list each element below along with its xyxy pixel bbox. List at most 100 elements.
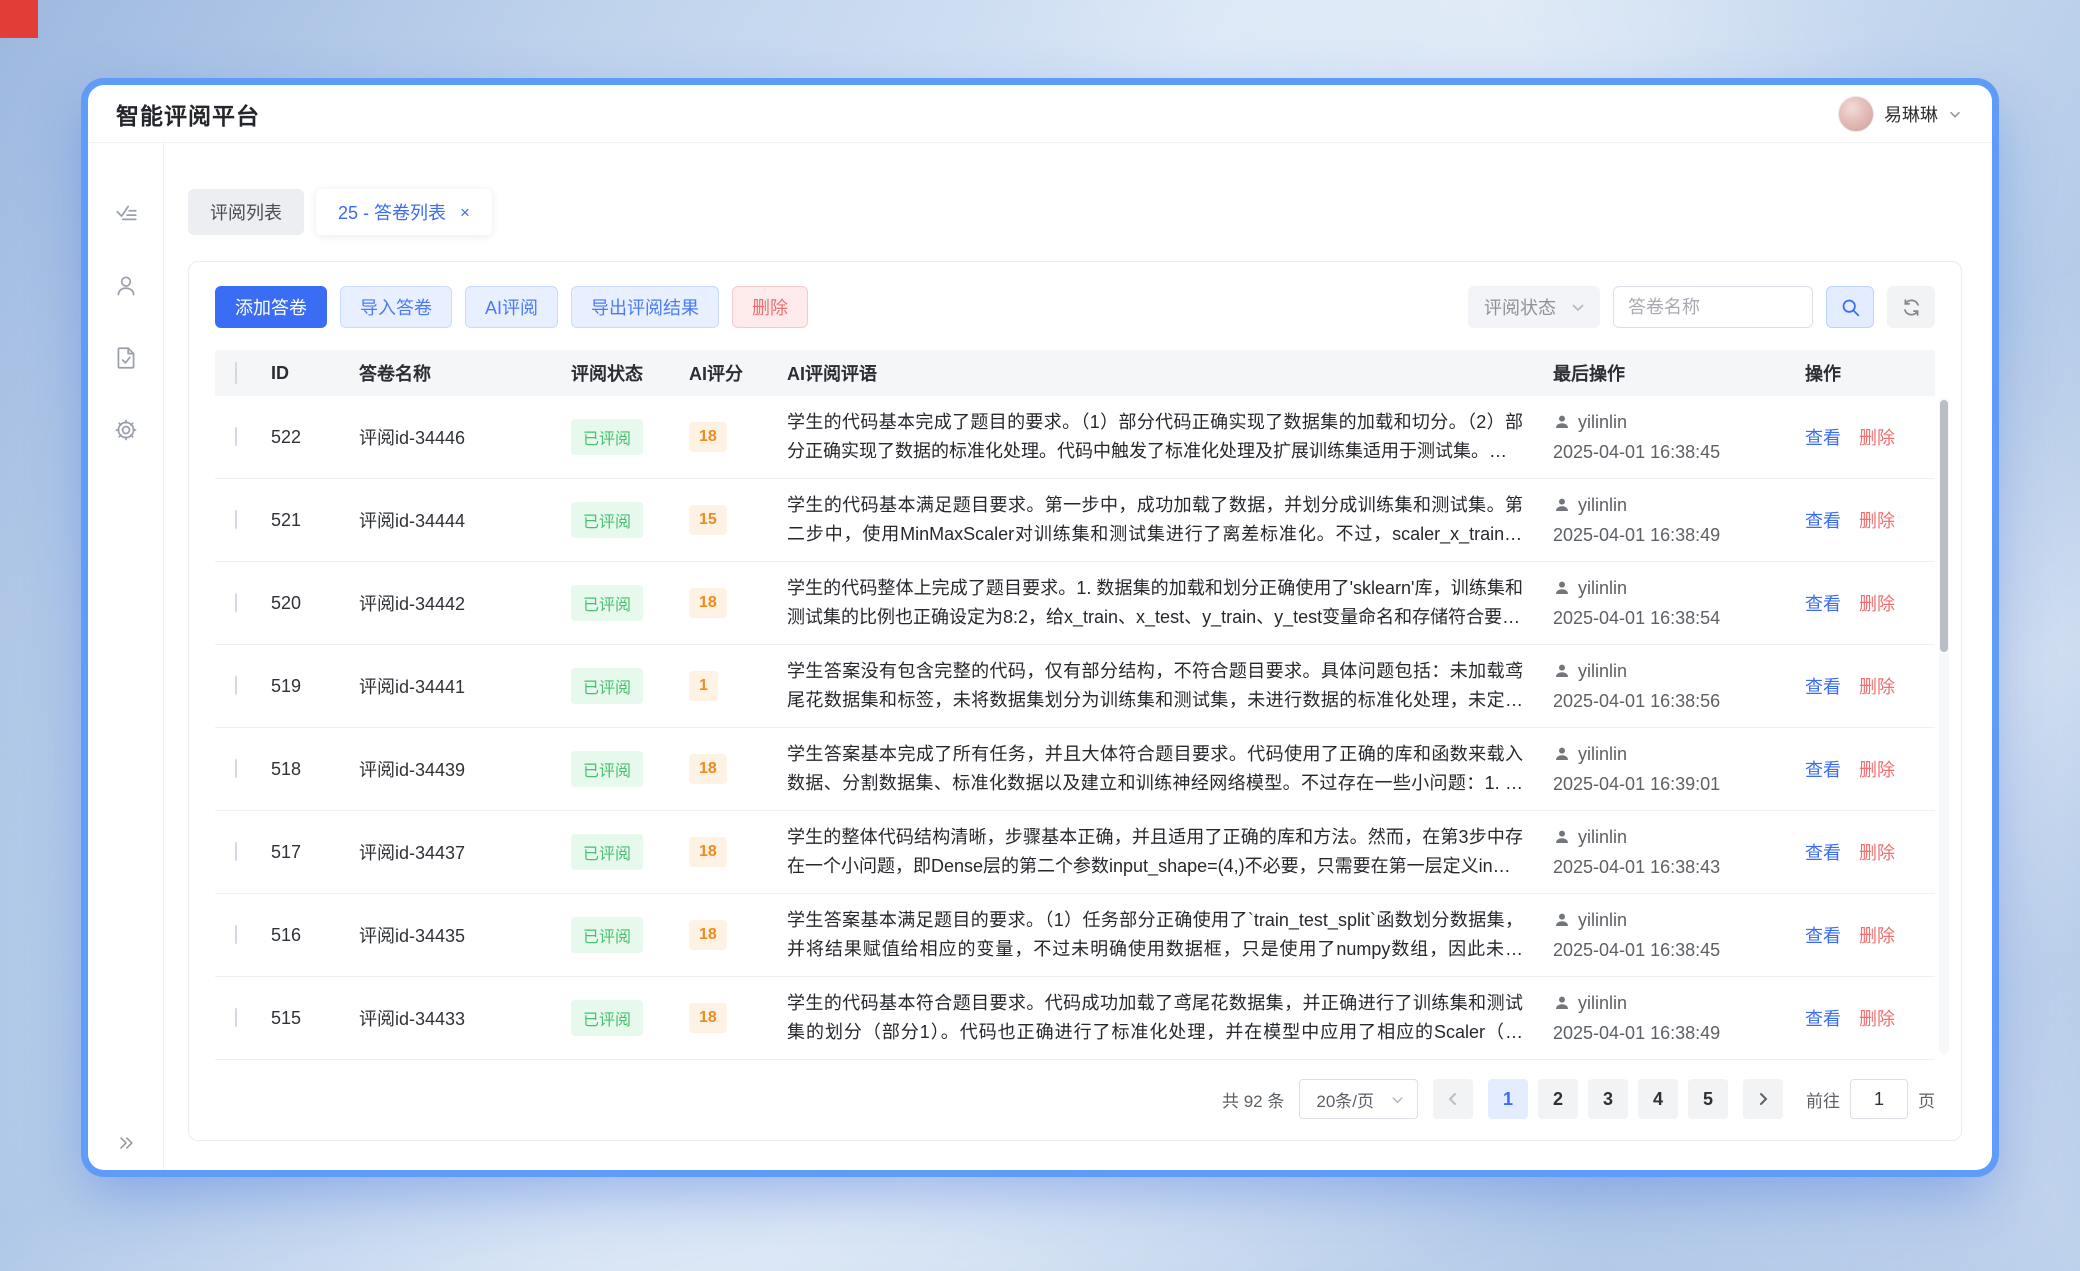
refresh-button[interactable]	[1887, 286, 1935, 328]
row-checkbox[interactable]	[235, 925, 237, 944]
status-badge: 已评阅	[571, 419, 643, 455]
export-results-button[interactable]: 导出评阅结果	[571, 286, 719, 328]
score-badge: 18	[689, 588, 727, 618]
vertical-scrollbar[interactable]	[1939, 398, 1949, 1054]
row-checkbox[interactable]	[235, 593, 237, 612]
delete-link[interactable]: 删除	[1859, 1005, 1895, 1031]
row-last-op: yilinlin 2025-04-01 16:39:01	[1553, 739, 1805, 799]
row-checkbox[interactable]	[235, 842, 237, 861]
page-size-select[interactable]: 20条/页	[1299, 1079, 1418, 1119]
status-badge: 已评阅	[571, 502, 643, 538]
next-page-button[interactable]	[1743, 1079, 1783, 1119]
person-icon	[1553, 496, 1571, 514]
row-name: 评阅id-34433	[359, 1005, 571, 1031]
chevron-right-icon	[1755, 1091, 1771, 1107]
page-button-2[interactable]: 2	[1538, 1079, 1578, 1119]
search-button[interactable]	[1826, 286, 1874, 328]
operator-name: yilinlin	[1578, 822, 1627, 852]
score-badge: 18	[689, 837, 727, 867]
select-all-checkbox[interactable]	[235, 362, 237, 384]
ai-review-button[interactable]: AI评阅	[465, 286, 558, 328]
view-link[interactable]: 查看	[1805, 673, 1841, 699]
col-comment: AI评阅评语	[787, 360, 1553, 386]
sidebar-expand-icon[interactable]	[88, 1133, 163, 1153]
delete-link[interactable]: 删除	[1859, 590, 1895, 616]
delete-link[interactable]: 删除	[1859, 839, 1895, 865]
page-button-4[interactable]: 4	[1638, 1079, 1678, 1119]
page-button-1[interactable]: 1	[1488, 1079, 1528, 1119]
operation-time: 2025-04-01 16:38:49	[1553, 1018, 1795, 1048]
row-name: 评阅id-34437	[359, 839, 571, 865]
answer-name-input[interactable]	[1613, 286, 1813, 328]
delete-link[interactable]: 删除	[1859, 673, 1895, 699]
import-answer-button[interactable]: 导入答卷	[340, 286, 452, 328]
avatar[interactable]	[1838, 96, 1874, 132]
row-id: 520	[271, 593, 359, 614]
row-checkbox[interactable]	[235, 676, 237, 695]
view-link[interactable]: 查看	[1805, 507, 1841, 533]
operation-time: 2025-04-01 16:38:49	[1553, 520, 1795, 550]
window-header: 智能评阅平台 易琳琳	[88, 85, 1992, 143]
user-icon[interactable]	[113, 273, 139, 299]
prev-page-button[interactable]	[1433, 1079, 1473, 1119]
rows-container: 522 评阅id-34446 已评阅 18 学生的代码基本完成了题目的要求。（1…	[215, 396, 1935, 1060]
row-id: 518	[271, 759, 359, 780]
row-actions: 查看 删除	[1805, 424, 1935, 450]
goto-unit: 页	[1918, 1087, 1935, 1112]
tab-bar: 评阅列表 25 - 答卷列表 ×	[188, 189, 1962, 235]
delete-link[interactable]: 删除	[1859, 922, 1895, 948]
operator-name: yilinlin	[1578, 905, 1627, 935]
operator-name: yilinlin	[1578, 988, 1627, 1018]
review-checklist-icon[interactable]	[113, 201, 139, 227]
row-checkbox[interactable]	[235, 510, 237, 529]
row-id: 515	[271, 1008, 359, 1029]
view-link[interactable]: 查看	[1805, 590, 1841, 616]
delete-button[interactable]: 删除	[732, 286, 808, 328]
row-comment: 学生的代码基本满足题目要求。第一步中，成功加载了数据，并划分成训练集和测试集。第…	[787, 491, 1553, 549]
review-status-select[interactable]: 评阅状态	[1468, 286, 1600, 328]
score-badge: 1	[689, 671, 718, 701]
add-answer-button[interactable]: 添加答卷	[215, 286, 327, 328]
delete-link[interactable]: 删除	[1859, 507, 1895, 533]
delete-link[interactable]: 删除	[1859, 424, 1895, 450]
user-name: 易琳琳	[1884, 101, 1938, 127]
row-comment: 学生答案基本满足题目的要求。（1）任务部分正确使用了`train_test_sp…	[787, 906, 1553, 964]
row-actions: 查看 删除	[1805, 839, 1935, 865]
page-button-3[interactable]: 3	[1588, 1079, 1628, 1119]
row-comment: 学生的代码整体上完成了题目要求。1. 数据集的加载和划分正确使用了'sklear…	[787, 574, 1553, 632]
row-comment: 学生答案基本完成了所有任务，并且大体符合题目要求。代码使用了正确的库和函数来载入…	[787, 740, 1553, 798]
row-checkbox[interactable]	[235, 759, 237, 778]
col-name: 答卷名称	[359, 360, 571, 386]
goto-page-input[interactable]	[1850, 1079, 1908, 1119]
view-link[interactable]: 查看	[1805, 756, 1841, 782]
status-badge: 已评阅	[571, 668, 643, 704]
view-link[interactable]: 查看	[1805, 1005, 1841, 1031]
row-checkbox[interactable]	[235, 1008, 237, 1027]
row-actions: 查看 删除	[1805, 756, 1935, 782]
row-checkbox[interactable]	[235, 427, 237, 446]
row-last-op: yilinlin 2025-04-01 16:38:45	[1553, 407, 1805, 467]
row-id: 516	[271, 925, 359, 946]
settings-gear-icon[interactable]	[113, 417, 139, 443]
table-row: 520 评阅id-34442 已评阅 18 学生的代码整体上完成了题目要求。1.…	[215, 562, 1935, 645]
delete-link[interactable]: 删除	[1859, 756, 1895, 782]
tab-answer-sheet-list[interactable]: 25 - 答卷列表 ×	[316, 189, 492, 235]
view-link[interactable]: 查看	[1805, 922, 1841, 948]
document-check-icon[interactable]	[113, 345, 139, 371]
person-icon	[1553, 745, 1571, 763]
view-link[interactable]: 查看	[1805, 424, 1841, 450]
scrollbar-thumb[interactable]	[1940, 400, 1948, 652]
page-button-5[interactable]: 5	[1688, 1079, 1728, 1119]
row-last-op: yilinlin 2025-04-01 16:38:56	[1553, 656, 1805, 716]
operation-time: 2025-04-01 16:38:43	[1553, 852, 1795, 882]
user-menu[interactable]: 易琳琳	[1838, 96, 1962, 132]
col-last-op: 最后操作	[1553, 360, 1805, 386]
operator-name: yilinlin	[1578, 739, 1627, 769]
view-link[interactable]: 查看	[1805, 839, 1841, 865]
tab-close-icon[interactable]: ×	[460, 204, 470, 221]
refresh-icon	[1901, 297, 1922, 318]
row-comment: 学生的整体代码结构清晰，步骤基本正确，并且适用了正确的库和方法。然而，在第3步中…	[787, 823, 1553, 881]
tab-review-list[interactable]: 评阅列表	[188, 189, 304, 235]
col-actions: 操作	[1805, 360, 1935, 386]
table-row: 517 评阅id-34437 已评阅 18 学生的整体代码结构清晰，步骤基本正确…	[215, 811, 1935, 894]
